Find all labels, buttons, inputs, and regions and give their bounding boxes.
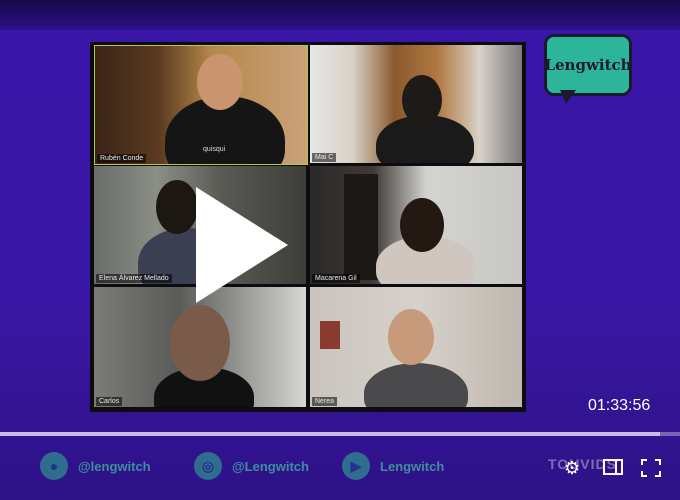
progress-bar[interactable] (0, 432, 680, 436)
person-head (197, 54, 243, 110)
person-head (156, 180, 198, 234)
bookshelf (344, 174, 378, 280)
playback-time: 01:33:56 (588, 397, 651, 414)
brand-logo: Lengwitch (544, 34, 632, 96)
participant-tile-2: Mai C (310, 45, 522, 163)
participant-tile-6: Nerea (310, 287, 522, 407)
person-head (388, 309, 434, 365)
logo-text: Lengwitch (544, 56, 632, 74)
person-head (402, 75, 442, 125)
participant-name: Macarena Gil (312, 274, 360, 283)
progress-fill (0, 432, 660, 436)
participant-tile-5: Carlos (94, 287, 306, 407)
instagram-handle: @Lengwitch (232, 458, 309, 474)
person-head (170, 305, 230, 381)
participant-tile-4: Macarena Gil (310, 166, 522, 284)
top-strip (0, 0, 680, 30)
twitter-handle: @lengwitch (78, 458, 151, 474)
video-grid[interactable]: quisqui Rubén Conde Mai C Elena Álvarez … (90, 42, 526, 412)
participant-name: Rubén Conde (97, 154, 147, 163)
participant-tile-1: quisqui Rubén Conde (94, 45, 308, 165)
wall-poster (320, 321, 340, 349)
theater-icon[interactable] (603, 459, 623, 480)
youtube-icon: ▶ (342, 452, 370, 480)
logo-speech-tail (560, 90, 576, 104)
youtube-name: Lengwitch (380, 458, 445, 474)
participant-name: Nerea (312, 397, 338, 406)
fullscreen-icon[interactable] (641, 459, 661, 482)
settings-icon[interactable]: ⚙ (564, 458, 580, 479)
participant-name: Carlos (96, 397, 123, 406)
play-icon[interactable] (196, 187, 288, 303)
shirt-text: quisqui (203, 146, 226, 153)
participant-name: Mai C (312, 153, 337, 162)
participant-name: Elena Álvarez Mellado (96, 274, 172, 283)
person-silhouette (364, 363, 468, 407)
person-head (400, 198, 444, 252)
twitter-link[interactable]: ● @lengwitch (40, 452, 151, 480)
youtube-link[interactable]: ▶ Lengwitch (342, 452, 444, 480)
instagram-link[interactable]: ◎ @Lengwitch (194, 452, 309, 480)
twitter-icon: ● (40, 452, 68, 480)
instagram-icon: ◎ (194, 452, 222, 480)
